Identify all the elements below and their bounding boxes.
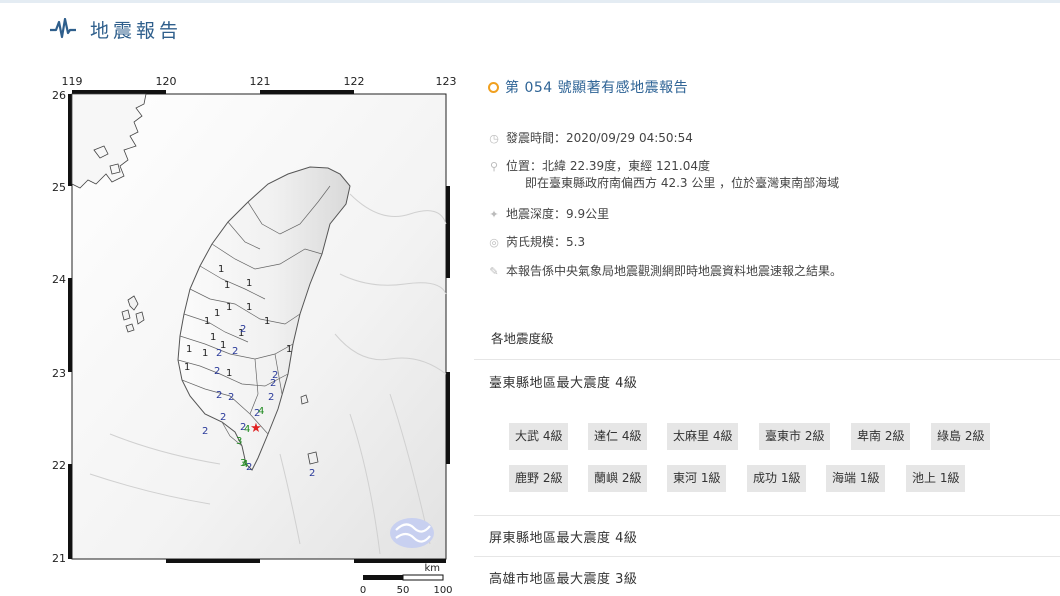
report-heading: 第 054 號顯著有感地震報告 — [488, 77, 688, 97]
station-chip: 綠島 2級 — [931, 423, 991, 450]
station-intensity-label: 2 — [202, 426, 208, 437]
pen-icon: ✎ — [489, 265, 499, 278]
station-intensity-label: 2 — [214, 366, 220, 377]
divider — [474, 359, 1060, 360]
magnitude-icon: ◎ — [489, 236, 499, 249]
county-pingtung[interactable]: 屏東縣地區最大震度 4級 — [489, 527, 637, 546]
station-chip: 太麻里 4級 — [667, 423, 739, 450]
svg-text:24: 24 — [52, 273, 66, 286]
depth-text: 地震深度：9.9公里 — [506, 207, 610, 221]
station-intensity-label: 2 — [228, 392, 234, 403]
cwb-logo — [390, 518, 434, 548]
station-intensity-label: 1 — [210, 332, 216, 343]
county-kaohsiung[interactable]: 高雄市地區最大震度 3級 — [489, 568, 637, 587]
station-intensity-label: 1 — [264, 316, 270, 327]
detail-depth: ✦ 地震深度：9.9公里 — [488, 206, 609, 223]
svg-text:123: 123 — [436, 75, 457, 88]
station-chip: 卑南 2級 — [851, 423, 911, 450]
note-text: 本報告係中央氣象局地震觀測網即時地震資料地震速報之結果。 — [506, 264, 843, 278]
svg-text:26: 26 — [52, 89, 66, 102]
svg-text:122: 122 — [344, 75, 365, 88]
svg-text:25: 25 — [52, 181, 66, 194]
svg-text:120: 120 — [156, 75, 177, 88]
depth-icon: ✦ — [489, 208, 499, 221]
report-panel: 第 054 號顯著有感地震報告 ◷ 發震時間：2020/09/29 04:50:… — [474, 0, 1060, 596]
page-title: 地震報告 — [90, 19, 183, 42]
station-chip: 達仁 4級 — [588, 423, 648, 450]
station-intensity-label: 2 — [268, 392, 274, 403]
station-chip: 臺東市 2級 — [759, 423, 831, 450]
longitude-labels: 119 120 121 122 123 — [62, 75, 457, 88]
station-intensity-label: 1 — [286, 344, 292, 355]
latitude-labels: 26 25 24 23 22 21 — [52, 89, 66, 565]
location-pin-icon: ⚲ — [489, 160, 499, 173]
svg-text:100: 100 — [433, 585, 452, 596]
earthquake-map[interactable]: 11 111 1111 111111122 222 222222222233444 ★ 1… — [50, 74, 460, 596]
station-intensity-label: 1 — [226, 302, 232, 313]
station-intensity-label: 4 — [258, 406, 264, 417]
station-intensity-label: 2 — [272, 370, 278, 381]
clock-icon: ◷ — [489, 132, 499, 145]
station-intensity-label: 1 — [184, 362, 190, 373]
detail-magnitude: ◎ 芮氏規模：5.3 — [488, 234, 585, 251]
svg-text:121: 121 — [250, 75, 271, 88]
station-intensity-label: 2 — [220, 412, 226, 423]
station-chip: 海端 1級 — [826, 465, 886, 492]
svg-text:23: 23 — [52, 367, 66, 380]
detail-time: ◷ 發震時間：2020/09/29 04:50:54 — [488, 130, 693, 147]
station-intensity-label: 2 — [216, 348, 222, 359]
divider — [474, 515, 1060, 516]
svg-text:0: 0 — [360, 585, 366, 596]
station-intensity-label: 1 — [202, 348, 208, 359]
station-intensity-label: 1 — [218, 264, 224, 275]
detail-note: ✎ 本報告係中央氣象局地震觀測網即時地震資料地震速報之結果。 — [488, 263, 842, 280]
station-intensity-label: 1 — [226, 368, 232, 379]
divider — [474, 556, 1060, 557]
station-chip: 東河 1級 — [667, 465, 727, 492]
time-text: 發震時間：2020/09/29 04:50:54 — [506, 131, 693, 145]
svg-text:50: 50 — [397, 585, 410, 596]
station-intensity-label: 1 — [246, 302, 252, 313]
county-taitung[interactable]: 臺東縣地區最大震度 4級 — [489, 372, 637, 391]
circle-bullet-icon — [488, 81, 499, 93]
station-intensity-label: 2 — [240, 324, 246, 335]
station-chip: 蘭嶼 2級 — [588, 465, 648, 492]
svg-text:22: 22 — [52, 459, 66, 472]
location-detail-text: 即在臺東縣政府南偏西方 42.3 公里 ，位於臺灣東南部海域 — [525, 176, 840, 190]
station-chip: 池上 1級 — [906, 465, 966, 492]
station-chip: 鹿野 2級 — [509, 465, 569, 492]
magnitude-text: 芮氏規模：5.3 — [506, 235, 586, 249]
station-chip: 成功 1級 — [747, 465, 807, 492]
station-intensity-label: 1 — [224, 280, 230, 291]
svg-text:21: 21 — [52, 552, 66, 565]
svg-text:km: km — [424, 563, 440, 574]
station-chip: 大武 4級 — [509, 423, 569, 450]
station-intensity-label: 2 — [309, 468, 315, 479]
scale-bar: km 0 50 100 — [360, 563, 453, 596]
report-title: 第 054 號顯著有感地震報告 — [505, 80, 689, 96]
intensity-heading: 各地震度級 — [491, 331, 554, 346]
seismograph-icon — [50, 18, 76, 39]
detail-location: ⚲ 位置：北緯 22.39度，東經 121.04度 即在臺東縣政府南偏西方 42.… — [488, 158, 839, 192]
location-text: 位置：北緯 22.39度，東經 121.04度 — [506, 159, 710, 173]
station-intensity-label: 2 — [232, 346, 238, 357]
station-intensity-label: 3 — [236, 436, 242, 447]
page-header: 地震報告 — [50, 14, 182, 44]
station-intensity-label: 1 — [186, 344, 192, 355]
epicenter-star[interactable]: ★ — [250, 421, 262, 436]
station-intensity-label: 1 — [246, 278, 252, 289]
station-intensity-label: 1 — [214, 308, 220, 319]
station-intensity-label: 4 — [242, 459, 248, 470]
station-intensity-label: 2 — [216, 390, 222, 401]
station-intensity-label: 1 — [204, 316, 210, 327]
svg-text:119: 119 — [62, 75, 83, 88]
